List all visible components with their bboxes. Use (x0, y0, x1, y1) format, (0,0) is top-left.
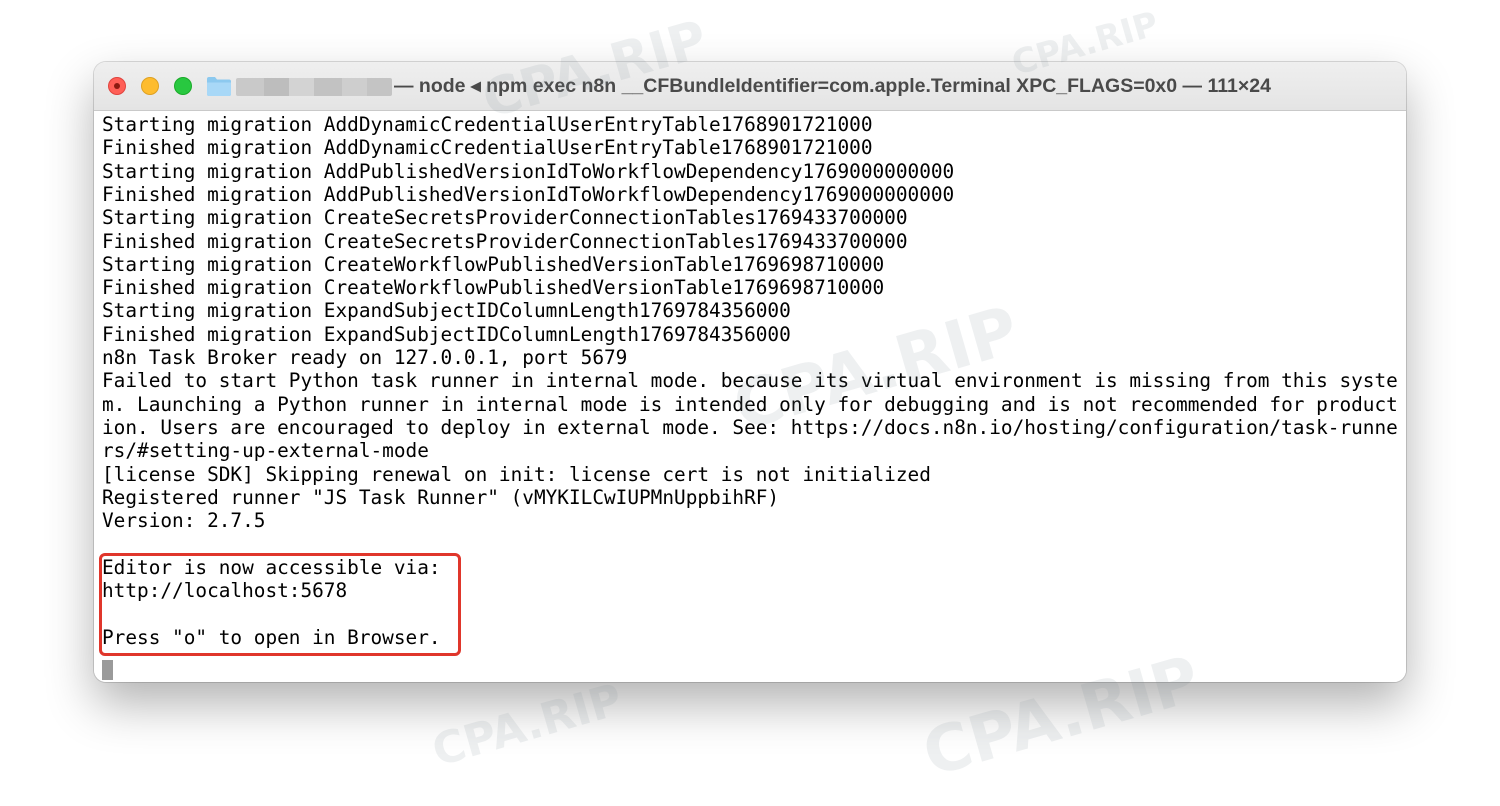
terminal-line: rs/#setting-up-external-mode (102, 439, 429, 463)
close-icon[interactable] (108, 77, 126, 95)
folder-icon (207, 77, 231, 96)
terminal-line: Failed to start Python task runner in in… (102, 369, 1398, 393)
terminal-output[interactable]: Starting migration AddDynamicCredentialU… (94, 111, 1406, 682)
terminal-line: Finished migration CreateWorkflowPublish… (102, 276, 885, 300)
terminal-line: Editor is now accessible via: (102, 555, 441, 579)
terminal-line: Starting migration AddPublishedVersionId… (102, 159, 955, 183)
terminal-line: Starting migration ExpandSubjectIDColumn… (102, 299, 791, 323)
terminal-line: Starting migration CreateSecretsProvider… (102, 206, 908, 230)
terminal-line: Finished migration AddDynamicCredentialU… (102, 136, 873, 160)
terminal-line: Press "o" to open in Browser. (102, 625, 441, 649)
terminal-window: — node ◂ npm exec n8n __CFBundleIdentifi… (94, 62, 1406, 682)
title-bar[interactable]: — node ◂ npm exec n8n __CFBundleIdentifi… (94, 62, 1406, 111)
terminal-line: Version: 2.7.5 (102, 509, 266, 533)
terminal-line: Finished migration CreateSecretsProvider… (102, 229, 908, 253)
terminal-line: http://localhost:5678 (102, 579, 348, 602)
terminal-line: m. Launching a Python runner in internal… (102, 392, 1398, 416)
terminal-cursor (102, 660, 113, 680)
redacted-path (236, 78, 392, 96)
terminal-line: Starting migration AddDynamicCredentialU… (102, 113, 873, 136)
terminal-line: Starting migration CreateWorkflowPublish… (102, 252, 885, 276)
terminal-line: [license SDK] Skipping renewal on init: … (102, 462, 931, 486)
zoom-icon[interactable] (174, 77, 192, 95)
terminal-line: Registered runner "JS Task Runner" (vMYK… (102, 485, 780, 509)
watermark-text: CPA.RIP (426, 674, 628, 777)
terminal-line: n8n Task Broker ready on 127.0.0.1, port… (102, 346, 628, 369)
terminal-line: ion. Users are encouraged to deploy in e… (102, 415, 1398, 439)
terminal-line: Finished migration AddPublishedVersionId… (102, 182, 955, 206)
minimize-icon[interactable] (141, 77, 159, 95)
window-title: — node ◂ npm exec n8n __CFBundleIdentifi… (394, 75, 1271, 97)
terminal-line: Finished migration ExpandSubjectIDColumn… (102, 322, 791, 346)
